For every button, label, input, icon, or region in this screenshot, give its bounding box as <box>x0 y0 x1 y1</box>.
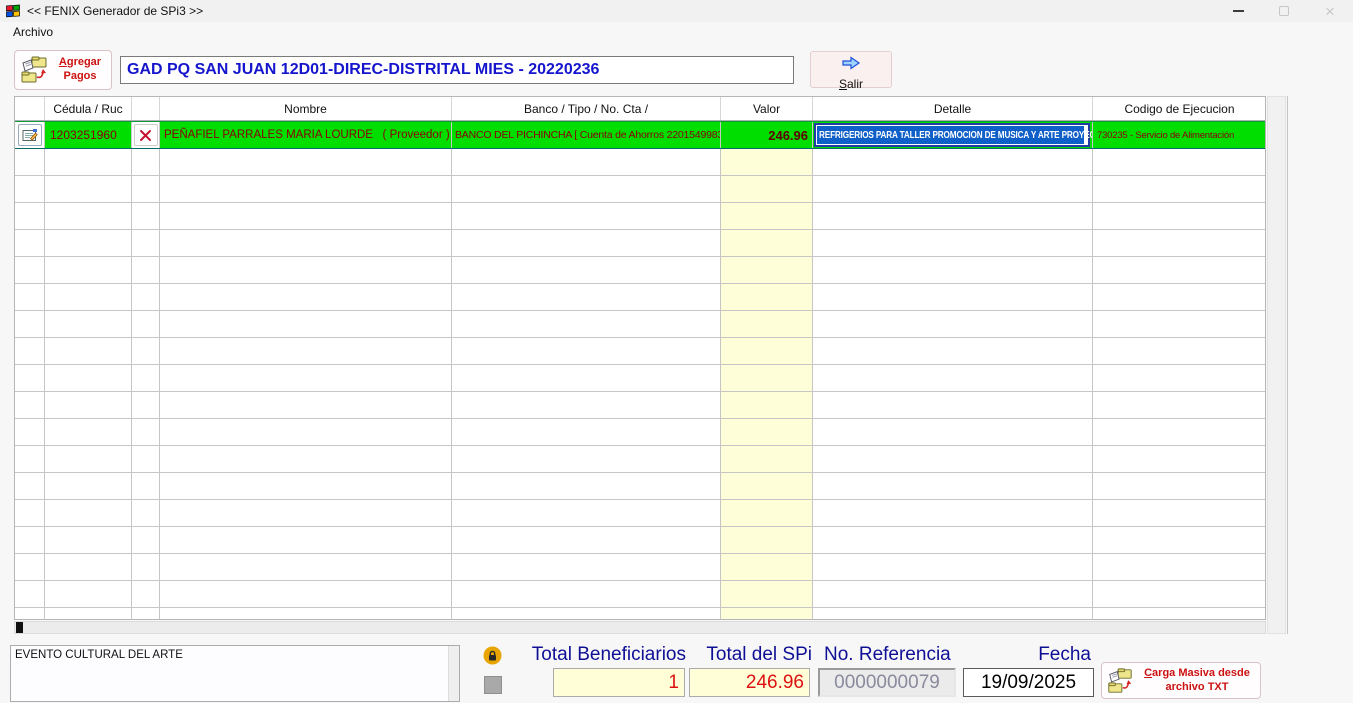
grid-horizontal-scrollbar[interactable] <box>14 621 1266 634</box>
table-row-empty <box>15 149 1265 176</box>
close-button[interactable]: × <box>1307 0 1353 22</box>
header-cedula: Cédula / Ruc <box>45 97 132 120</box>
descripcion-textarea[interactable]: EVENTO CULTURAL DEL ARTE <box>10 645 460 702</box>
entity-title-field[interactable]: GAD PQ SAN JUAN 12D01-DIREC-DISTRITAL MI… <box>120 56 794 84</box>
horizontal-scroll-thumb[interactable] <box>16 622 23 633</box>
total-beneficiarios-label: Total Beneficiarios <box>531 644 686 665</box>
header-codigo: Codigo de Ejecucion <box>1124 102 1235 116</box>
header-nombre: Nombre <box>160 97 452 120</box>
close-icon: × <box>1325 1 1335 21</box>
carga-masiva-button[interactable]: Carga Masiva desde archivo TXT <box>1101 662 1261 699</box>
total-spi-field: 246.96 <box>689 668 810 697</box>
table-row-empty <box>15 230 1265 257</box>
edit-row-button[interactable] <box>17 124 42 146</box>
descripcion-text: EVENTO CULTURAL DEL ARTE <box>15 649 183 661</box>
restore-button[interactable] <box>1261 0 1307 22</box>
table-row-empty <box>15 311 1265 338</box>
grid-empty-rows <box>15 149 1265 619</box>
exit-arrow-icon <box>842 56 861 70</box>
titlebar: << FENIX Generador de SPi3 >> × <box>0 0 1353 22</box>
row-banco: BANCO DEL PICHINCHA [ Cuenta de Ahorros … <box>452 122 721 148</box>
right-divider <box>1287 96 1288 634</box>
table-row-empty <box>15 473 1265 500</box>
menu-archivo[interactable]: Archivo <box>9 23 57 41</box>
row-cedula: 1203251960 <box>45 122 132 148</box>
table-row-empty <box>15 176 1265 203</box>
table-row-empty <box>15 554 1265 581</box>
carga-masiva-label: Carga Masiva desde archivo TXT <box>1144 666 1250 693</box>
row-nombre: PEÑAFIEL PARRALES MARIA LOURDE ( Proveed… <box>160 122 452 148</box>
row-detalle-cell: REFRIGERIOS PARA TALLER PROMOCION DE MUS… <box>813 122 1093 148</box>
table-row-empty <box>15 392 1265 419</box>
minimize-button[interactable] <box>1215 0 1261 22</box>
gray-square-button[interactable] <box>484 676 502 694</box>
menubar: Archivo <box>0 22 1353 41</box>
table-row-empty <box>15 338 1265 365</box>
grid-vertical-scrollbar[interactable] <box>1267 96 1286 634</box>
payment-row-selected[interactable]: 1203251960 PEÑAFIEL PARRALES MARIA LOURD… <box>15 121 1265 149</box>
edit-form-icon <box>22 128 38 141</box>
delete-x-icon <box>140 129 151 141</box>
referencia-field: 0000000079 <box>818 668 956 697</box>
header-banco: Banco / Tipo / No. Cta / <box>452 97 721 120</box>
salir-button[interactable]: Salir <box>810 51 892 91</box>
row-valor: 246.96 <box>721 122 813 148</box>
payments-grid: Cédula / Ruc Nombre Banco / Tipo / No. C… <box>14 96 1266 620</box>
minimize-icon <box>1232 10 1244 12</box>
table-row-empty <box>15 500 1265 527</box>
folder-transfer-icon <box>21 56 47 83</box>
total-beneficiarios-field: 1 <box>553 668 685 697</box>
table-row-empty <box>15 365 1265 392</box>
restore-icon <box>1279 6 1289 16</box>
app-windows-logo-icon <box>6 4 20 18</box>
salir-label: Salir <box>838 77 864 91</box>
agregar-pagos-label: Agregar Pagos <box>58 56 102 82</box>
grid-header: Cédula / Ruc Nombre Banco / Tipo / No. C… <box>15 97 1265 121</box>
table-row-empty <box>15 608 1265 619</box>
window-title: << FENIX Generador de SPi3 >> <box>27 4 204 18</box>
fecha-label: Fecha <box>1038 644 1091 665</box>
table-row-empty <box>15 527 1265 554</box>
table-row-empty <box>15 203 1265 230</box>
header-valor: Valor <box>721 97 813 120</box>
row-codigo: 730235 - Servicio de Alimentación <box>1097 129 1235 141</box>
fecha-field[interactable]: 19/09/2025 <box>963 668 1094 697</box>
fenix-window: << FENIX Generador de SPi3 >> × Archivo … <box>0 0 1353 703</box>
referencia-label: No. Referencia <box>824 644 951 665</box>
table-row-empty <box>15 257 1265 284</box>
descripcion-scrollbar[interactable] <box>448 646 459 701</box>
table-row-empty <box>15 446 1265 473</box>
table-row-empty <box>15 284 1265 311</box>
table-row-empty <box>15 581 1265 608</box>
delete-row-button[interactable] <box>133 124 158 146</box>
header-detalle: Detalle <box>813 97 1093 120</box>
agregar-pagos-button[interactable]: Agregar Pagos <box>14 50 112 90</box>
total-spi-label: Total del SPi <box>706 644 812 665</box>
detalle-edit-field[interactable]: REFRIGERIOS PARA TALLER PROMOCION DE MUS… <box>814 123 1092 147</box>
folder-transfer-icon <box>1108 667 1132 693</box>
table-row-empty <box>15 419 1265 446</box>
detalle-selected-text: REFRIGERIOS PARA TALLER PROMOCION DE MUS… <box>817 126 1092 144</box>
